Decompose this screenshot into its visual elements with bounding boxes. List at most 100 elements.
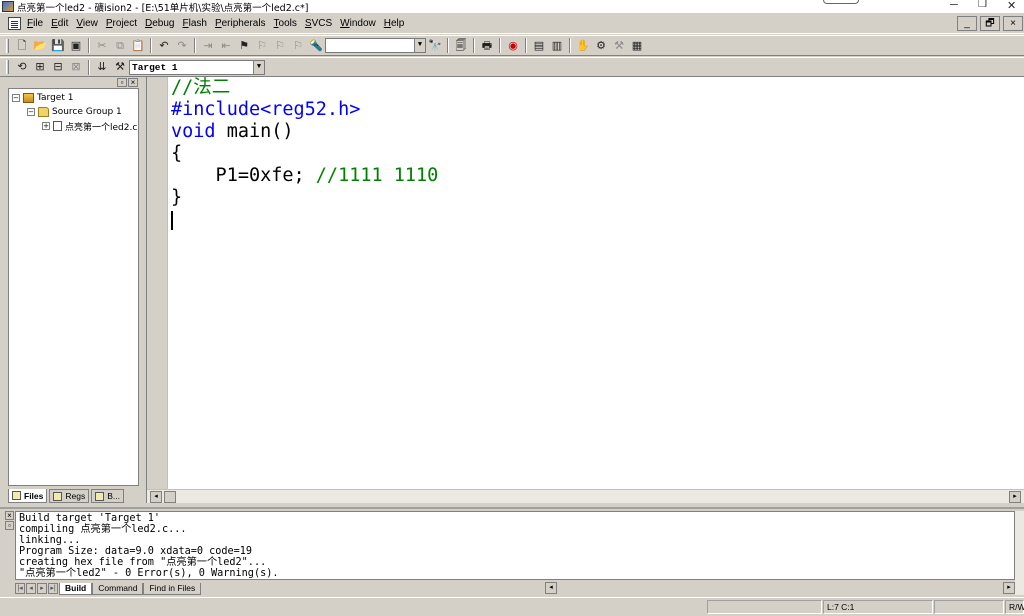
copy-icon[interactable]: ⧉ (113, 39, 127, 53)
mdi-close-button[interactable]: × (1003, 16, 1023, 31)
next-tab-icon[interactable]: ▸ (37, 583, 47, 594)
build-icon[interactable]: ⊞ (33, 60, 47, 74)
expand-icon[interactable]: + (42, 122, 50, 130)
chevron-down-icon[interactable]: ▼ (253, 60, 264, 74)
output-window-icon[interactable]: ▥ (550, 39, 564, 53)
mdi-restore-button[interactable]: 🗗 (980, 16, 1000, 31)
code-line-5-comment: //1111 1110 (315, 165, 439, 186)
toolbar-separator (447, 38, 449, 53)
output-vertical-scrollbar[interactable] (1015, 511, 1024, 595)
toolbar-separator (88, 38, 90, 53)
tree-item-target[interactable]: − Target 1 (9, 91, 138, 105)
print-icon[interactable]: 🖶 (480, 39, 494, 53)
download-icon[interactable]: ⇊ (95, 60, 109, 74)
new-file-icon[interactable]: 🗋 (15, 39, 29, 53)
clear-bookmarks-icon[interactable]: ⚐ (291, 39, 305, 53)
close-button[interactable]: ✕ (1007, 0, 1016, 12)
notification-tab[interactable] (823, 0, 859, 4)
chevron-down-icon[interactable]: ▼ (414, 39, 425, 52)
tab-books[interactable]: B... (91, 489, 124, 503)
tab-books-label: B... (107, 491, 120, 501)
toolbar-grip[interactable] (6, 60, 9, 74)
find-text-icon[interactable]: 🔦 (309, 39, 323, 53)
build-output[interactable]: Build target 'Target 1' compiling 点亮第一个le… (15, 511, 1015, 580)
scroll-left-icon[interactable]: ◂ (150, 491, 162, 503)
first-tab-icon[interactable]: |◂ (15, 583, 25, 594)
tab-command[interactable]: Command (92, 582, 144, 595)
project-window-icon[interactable]: ▤ (532, 39, 546, 53)
open-folder-icon[interactable]: 📂 (33, 39, 47, 53)
code-line-1: //法二 (171, 77, 231, 98)
next-bookmark-icon[interactable]: ⚐ (273, 39, 287, 53)
prev-bookmark-icon[interactable]: ⚐ (255, 39, 269, 53)
menu-svcs[interactable]: SVCS (301, 18, 336, 29)
tab-build[interactable]: Build (59, 582, 93, 595)
source-code[interactable]: //法二 #include<reg52.h> void main(){ P1=0xf… (171, 77, 438, 209)
cut-icon[interactable]: ✂ (95, 39, 109, 53)
toolbar-grip[interactable] (6, 38, 9, 53)
pin-icon[interactable]: ▫ (5, 521, 14, 530)
rebuild-icon[interactable]: ⊟ (51, 60, 65, 74)
scroll-thumb[interactable] (164, 491, 176, 503)
menu-peripherals[interactable]: Peripherals (211, 18, 270, 29)
minimize-button[interactable]: ─ (950, 0, 958, 11)
find-binoculars-icon[interactable]: 🔭 (428, 39, 442, 53)
menu-edit[interactable]: Edit (47, 18, 72, 29)
tab-regs-label: Regs (65, 491, 86, 501)
menu-file[interactable]: File (23, 18, 47, 29)
find-combo[interactable]: ▼ (325, 38, 426, 53)
menu-flash[interactable]: Flash (178, 18, 210, 29)
tools-icon[interactable]: ⚒ (612, 39, 626, 53)
hand-icon[interactable]: ✋ (576, 39, 590, 53)
toolbar-separator (150, 38, 152, 53)
source-browser-icon[interactable]: ⚙ (594, 39, 608, 53)
restore-button[interactable]: ❐ (978, 0, 987, 10)
find-in-files-icon[interactable]: 🗐 (454, 39, 468, 53)
last-tab-icon[interactable]: ▸| (48, 583, 58, 594)
indent-icon[interactable]: ⇥ (201, 39, 215, 53)
collapse-icon[interactable]: − (12, 94, 20, 102)
menu-help[interactable]: Help (380, 18, 409, 29)
compile-icon[interactable]: ⟲ (15, 60, 29, 74)
output-line: creating hex file from "点亮第一个led2"... (19, 557, 267, 568)
undo-icon[interactable]: ↶ (157, 39, 171, 53)
menu-view[interactable]: View (72, 18, 102, 29)
menu-window[interactable]: Window (336, 18, 380, 29)
prev-tab-icon[interactable]: ◂ (26, 583, 36, 594)
save-all-icon[interactable]: ▣ (69, 39, 83, 53)
menu-debug[interactable]: Debug (141, 18, 178, 29)
editor-gutter[interactable] (147, 77, 168, 489)
document-icon[interactable] (8, 17, 21, 30)
editor-horizontal-scrollbar[interactable]: ◂ ▸ (147, 489, 1024, 503)
debug-session-icon[interactable]: ◉ (506, 39, 520, 53)
scroll-left-icon[interactable]: ◂ (545, 582, 557, 594)
menu-project[interactable]: Project (102, 18, 141, 29)
bookmark-icon[interactable]: ⚑ (237, 39, 251, 53)
redo-icon[interactable]: ↷ (175, 39, 189, 53)
stop-build-icon[interactable]: ⊠ (69, 60, 83, 74)
pin-icon[interactable]: ▫ (117, 78, 127, 87)
output-line: Program Size: data=9.0 xdata=0 code=19 (19, 546, 253, 557)
tree-item-source-group[interactable]: − Source Group 1 (9, 105, 138, 119)
unindent-icon[interactable]: ⇤ (219, 39, 233, 53)
scroll-right-icon[interactable]: ▸ (1009, 491, 1021, 503)
tab-find-in-files[interactable]: Find in Files (143, 582, 202, 595)
build-toolbar: ⟲ ⊞ ⊟ ⊠ ⇊ ⚒ Target 1 ▼ (0, 57, 1024, 77)
close-pane-icon[interactable]: × (5, 511, 14, 520)
code-editor[interactable]: //法二 #include<reg52.h> void main(){ P1=0xf… (146, 77, 1024, 503)
configure-icon[interactable]: ▦ (630, 39, 644, 53)
paste-icon[interactable]: 📋 (131, 39, 145, 53)
code-line-3-rest: main() (215, 121, 294, 142)
scroll-right-icon[interactable]: ▸ (1003, 582, 1015, 594)
tab-regs[interactable]: Regs (49, 489, 90, 503)
menu-tools[interactable]: Tools (270, 18, 301, 29)
collapse-icon[interactable]: − (27, 108, 35, 116)
save-icon[interactable]: 💾 (51, 39, 65, 53)
close-pane-icon[interactable]: × (128, 78, 138, 87)
tree-item-file[interactable]: + 点亮第一个led2.c (9, 119, 138, 133)
mdi-minimize-button[interactable]: _ (957, 16, 977, 31)
target-options-icon[interactable]: ⚒ (113, 60, 127, 74)
target-select[interactable]: Target 1 ▼ (129, 59, 265, 75)
folder-icon (38, 107, 49, 117)
tab-files[interactable]: Files (8, 489, 48, 503)
